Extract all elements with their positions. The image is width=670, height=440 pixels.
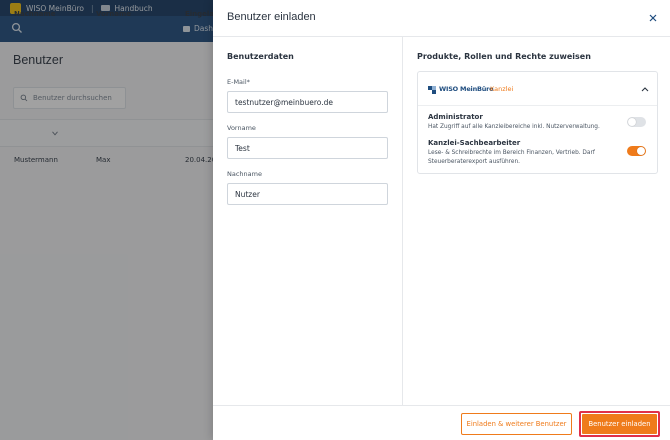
firstname-label: Vorname — [227, 124, 256, 132]
modal-footer: Einladen & weiterer Benutzer Benutzer ei… — [213, 405, 670, 440]
role-desc-sachbearbeiter: Lese- & Schreibrechte im Bereich Finanze… — [428, 150, 595, 165]
product-name: WISO MeinBüro — [439, 85, 494, 93]
primary-button-highlight: Benutzer einladen — [579, 411, 660, 437]
invite-and-add-another-button[interactable]: Einladen & weiterer Benutzer — [461, 413, 572, 435]
lastname-field[interactable] — [227, 183, 388, 205]
toggle-knob — [637, 147, 645, 155]
toggle-sachbearbeiter[interactable] — [627, 146, 646, 156]
product-card: WISO MeinBüro Kanzlei Administrator Hat … — [417, 71, 658, 174]
modal-title: Benutzer einladen — [227, 11, 316, 23]
roles-title: Produkte, Rollen und Rechte zuweisen — [417, 52, 591, 61]
chevron-up-icon[interactable] — [641, 86, 649, 92]
firstname-field[interactable] — [227, 137, 388, 159]
email-label: E-Mail* — [227, 78, 250, 86]
invite-user-button[interactable]: Benutzer einladen — [582, 414, 657, 434]
role-desc-administrator: Hat Zugriff auf alle Kanzleibereiche ink… — [428, 124, 600, 130]
wiso-logo-icon — [428, 86, 436, 94]
user-data-title: Benutzerdaten — [227, 52, 294, 61]
lastname-label: Nachname — [227, 170, 262, 178]
roles-column: Produkte, Rollen und Rechte zuweisen WIS… — [403, 37, 670, 405]
product-card-header[interactable]: WISO MeinBüro Kanzlei — [418, 72, 657, 106]
modal-header: Benutzer einladen — [213, 0, 670, 37]
user-data-column: Benutzerdaten E-Mail* Vorname Nachname — [213, 37, 403, 405]
invite-user-modal: Benutzer einladen Benutzerdaten E-Mail* … — [213, 0, 670, 440]
email-field[interactable] — [227, 91, 388, 113]
role-name-administrator: Administrator — [428, 113, 483, 121]
product-suffix: Kanzlei — [490, 85, 514, 93]
toggle-administrator[interactable] — [627, 117, 646, 127]
toggle-knob — [628, 118, 636, 126]
modal-body: Benutzerdaten E-Mail* Vorname Nachname P… — [213, 37, 670, 405]
role-name-sachbearbeiter: Kanzlei-Sachbearbeiter — [428, 139, 521, 147]
close-icon[interactable] — [647, 12, 659, 24]
